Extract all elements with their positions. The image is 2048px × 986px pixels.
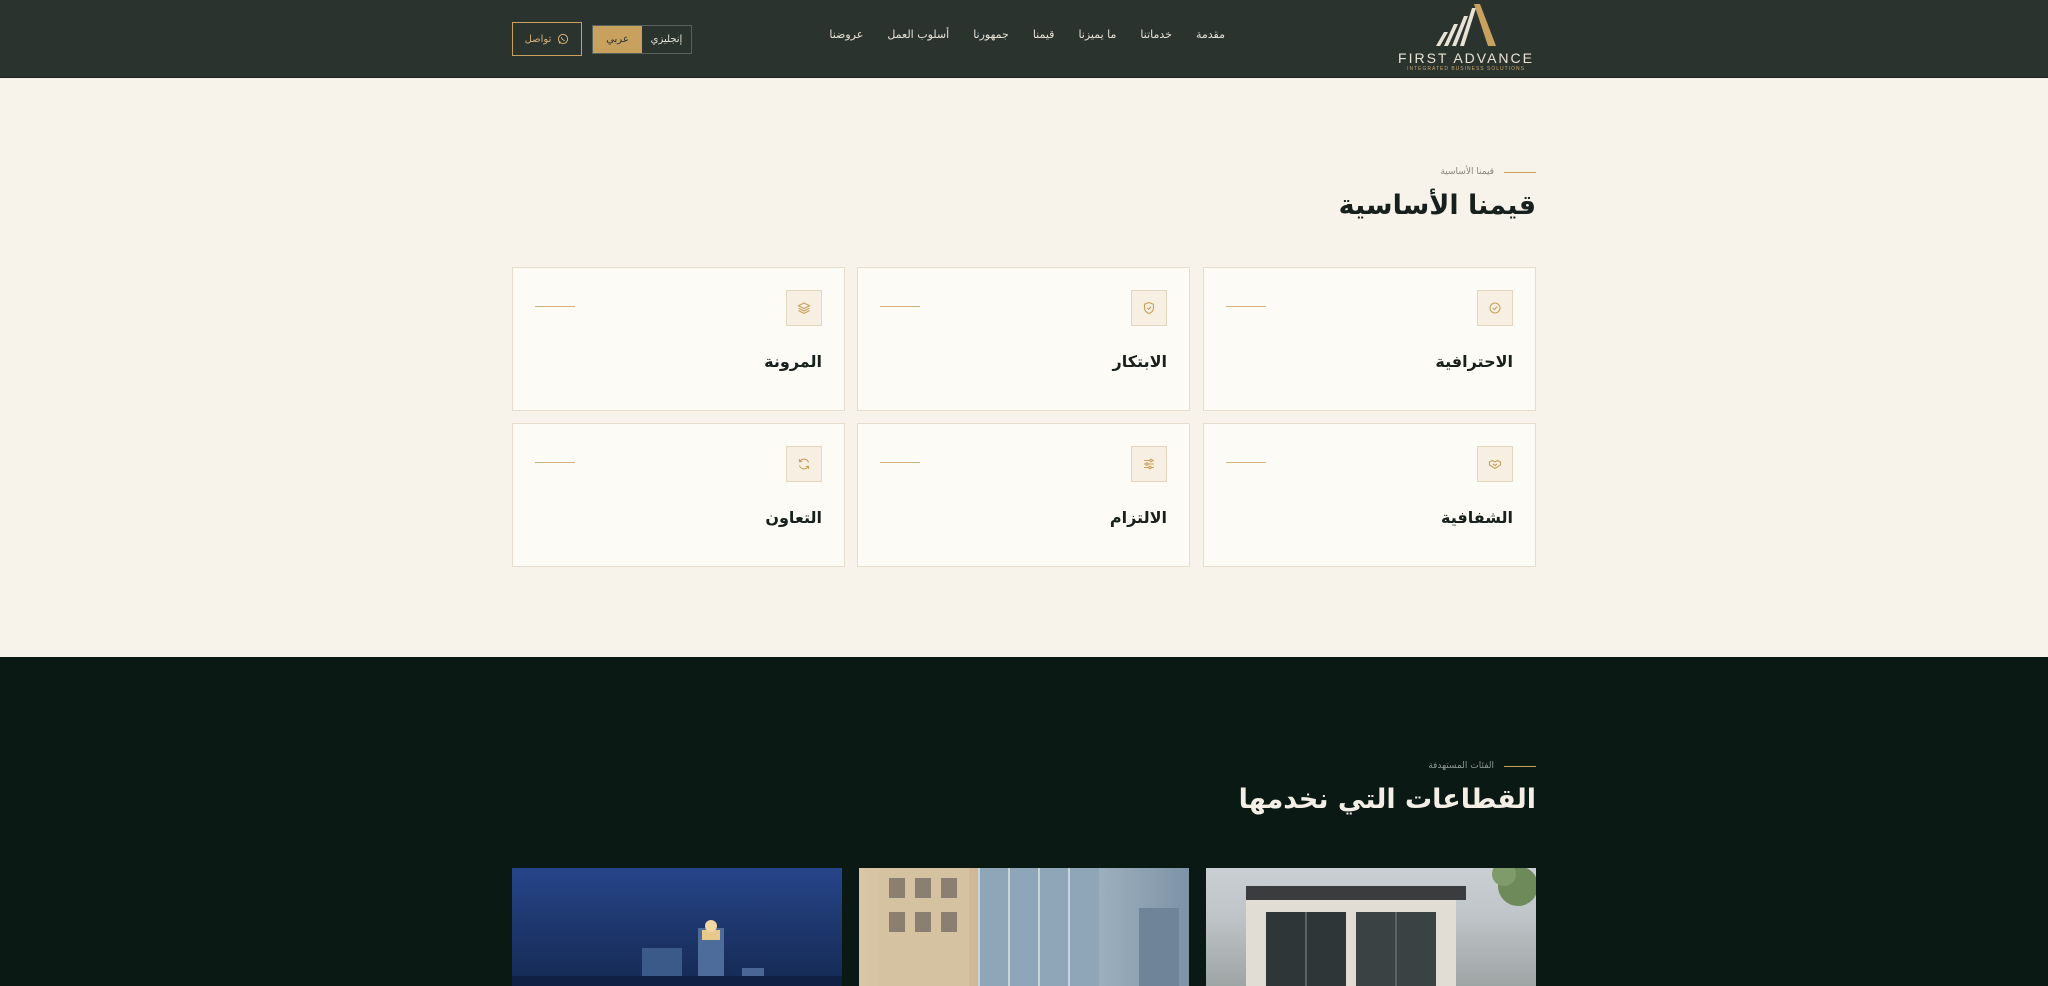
- value-card-title: الابتكار: [1112, 352, 1167, 371]
- site-header: FIRST ADVANCE INTEGRATED BUSINESS SOLUTI…: [0, 0, 2048, 78]
- lang-arabic-button[interactable]: عربي: [593, 26, 642, 53]
- whatsapp-icon: [558, 33, 569, 45]
- card-accent-line: [880, 306, 920, 307]
- card-accent-line: [880, 462, 920, 463]
- contact-button[interactable]: تواصل: [512, 22, 582, 56]
- nav-item-distinction[interactable]: ما يميزنا: [1078, 28, 1116, 41]
- card-accent-line: [535, 462, 575, 463]
- language-switcher: عربي إنجليزي: [592, 25, 692, 54]
- card-accent-line: [1226, 306, 1266, 307]
- sliders-icon: [1131, 446, 1167, 482]
- shield-icon: [1131, 290, 1167, 326]
- nav-item-services[interactable]: خدماتنا: [1140, 28, 1172, 41]
- value-card-professionalism: الاحترافية: [1203, 267, 1536, 411]
- value-card-innovation: الابتكار: [857, 267, 1190, 411]
- sectors-eyebrow: الفئات المستهدفة: [1428, 761, 1536, 771]
- value-card-title: الاحترافية: [1435, 352, 1513, 371]
- values-eyebrow-label: قيمنا الأساسية: [1440, 167, 1494, 177]
- card-accent-line: [1226, 462, 1266, 463]
- eyebrow-divider: [1504, 171, 1536, 173]
- nav-item-values[interactable]: قيمنا: [1033, 28, 1055, 41]
- value-card-transparency: الشفافية: [1203, 423, 1536, 567]
- value-card-title: التعاون: [765, 508, 822, 527]
- layers-icon: [786, 290, 822, 326]
- nav-item-audience[interactable]: جمهورنا: [973, 28, 1009, 41]
- values-title: قيمنا الأساسية: [1338, 190, 1536, 221]
- sector-image-commercial[interactable]: [1206, 868, 1536, 986]
- value-card-title: الالتزام: [1109, 508, 1167, 527]
- sectors-section: الفئات المستهدفة القطاعات التي نخدمها: [0, 657, 2048, 986]
- sector-image-real-estate[interactable]: [859, 868, 1189, 986]
- brand-name: FIRST ADVANCE: [1398, 50, 1534, 66]
- check-shield-icon: [1477, 290, 1513, 326]
- handshake-icon: [1477, 446, 1513, 482]
- value-card-title: الشفافية: [1440, 508, 1513, 527]
- core-values-section: قيمنا الأساسية قيمنا الأساسية الاحترافية…: [0, 78, 2048, 657]
- nav-item-offers[interactable]: عروضنا: [829, 28, 863, 41]
- lang-english-button[interactable]: إنجليزي: [642, 26, 691, 53]
- eyebrow-divider: [1504, 765, 1536, 767]
- card-accent-line: [535, 306, 575, 307]
- nav-item-intro[interactable]: مقدمة: [1196, 28, 1225, 41]
- logo-mark-icon: [1436, 4, 1496, 46]
- brand-tagline: INTEGRATED BUSINESS SOLUTIONS: [1407, 66, 1525, 72]
- sector-image-hospitality[interactable]: [512, 868, 842, 986]
- nav-item-approach[interactable]: أسلوب العمل: [887, 28, 949, 41]
- main-nav: مقدمة خدماتنا ما يميزنا قيمنا جمهورنا أس…: [829, 28, 1225, 41]
- value-card-cooperation: التعاون: [512, 423, 845, 567]
- brand-logo[interactable]: FIRST ADVANCE INTEGRATED BUSINESS SOLUTI…: [1394, 2, 1538, 74]
- value-card-flexibility: المرونة: [512, 267, 845, 411]
- value-card-commitment: الالتزام: [857, 423, 1190, 567]
- refresh-icon: [786, 446, 822, 482]
- contact-label: تواصل: [524, 33, 552, 45]
- sectors-eyebrow-label: الفئات المستهدفة: [1428, 761, 1494, 771]
- value-card-title: المرونة: [764, 352, 822, 371]
- sectors-title: القطاعات التي نخدمها: [1238, 784, 1536, 815]
- values-eyebrow: قيمنا الأساسية: [1440, 167, 1536, 177]
